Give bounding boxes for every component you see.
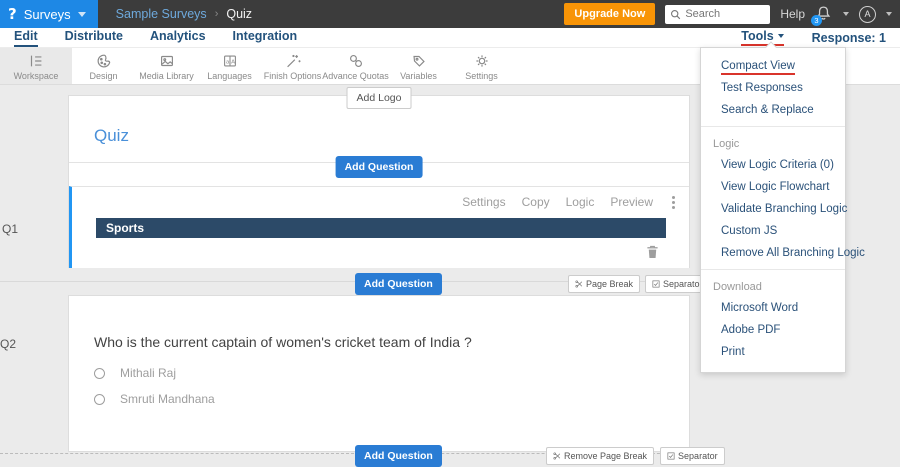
menu-item-validate-branching-logic[interactable]: Validate Branching Logic bbox=[701, 198, 847, 220]
question-number-q1: Q1 bbox=[2, 222, 19, 236]
add-question-button-bottom[interactable]: Add Question bbox=[355, 445, 442, 467]
breadcrumb-current: Quiz bbox=[226, 7, 253, 21]
checkbox-icon bbox=[652, 280, 660, 288]
nav-items: Edit Distribute Analytics Integration bbox=[14, 29, 297, 47]
question-number-q2: Q2 bbox=[0, 337, 17, 351]
chevron-down-icon[interactable] bbox=[843, 12, 849, 16]
scissors-icon bbox=[553, 452, 561, 460]
top-bar: ? Surveys Sample Surveys › Quiz Upgrade … bbox=[0, 0, 900, 28]
toolbar-item-variables[interactable]: Variables bbox=[387, 48, 450, 84]
tag-icon bbox=[410, 52, 428, 70]
media-library-icon bbox=[158, 52, 176, 70]
add-question-button-top[interactable]: Add Question bbox=[335, 156, 423, 178]
toolbar-item-design[interactable]: Design bbox=[72, 48, 135, 84]
design-palette-icon bbox=[95, 52, 113, 70]
breadcrumb: Sample Surveys › Quiz bbox=[116, 7, 252, 21]
main-nav: Edit Distribute Analytics Integration To… bbox=[0, 28, 900, 48]
menu-item-view-logic-criteria[interactable]: View Logic Criteria (0) bbox=[701, 154, 845, 176]
help-link[interactable]: Help bbox=[780, 7, 805, 21]
nav-right-group: Tools Response: 1 bbox=[741, 29, 900, 46]
tab-distribute[interactable]: Distribute bbox=[65, 29, 123, 47]
question-preview-link[interactable]: Preview bbox=[610, 195, 653, 209]
tools-dropdown-menu: Compact View Test Responses Search & Rep… bbox=[700, 41, 865, 373]
workspace-icon bbox=[27, 52, 45, 70]
question-card-q2[interactable]: Who is the current captain of women's cr… bbox=[68, 295, 690, 452]
questionpro-logo-icon: ? bbox=[8, 5, 17, 23]
scissors-icon bbox=[575, 280, 583, 288]
footer-divider-controls: Remove Page Break Separator bbox=[546, 447, 725, 465]
avatar[interactable]: A bbox=[859, 5, 876, 23]
languages-icon: aA bbox=[221, 52, 239, 70]
chevron-down-icon bbox=[77, 11, 86, 17]
radio-icon[interactable] bbox=[94, 393, 105, 405]
notification-count-badge: 3 bbox=[811, 15, 822, 26]
radio-icon[interactable] bbox=[94, 367, 105, 379]
question-logic-link[interactable]: Logic bbox=[566, 195, 595, 209]
tools-label: Tools bbox=[741, 29, 774, 43]
page-break-button[interactable]: Page Break bbox=[568, 275, 641, 293]
delete-question-button[interactable] bbox=[646, 244, 659, 264]
surveys-menu[interactable]: ? Surveys bbox=[0, 0, 98, 28]
trash-icon bbox=[647, 245, 658, 258]
notifications-button[interactable]: 3 bbox=[811, 5, 833, 26]
menu-item-print[interactable]: Print bbox=[701, 341, 845, 363]
menu-header-logic: Logic bbox=[713, 138, 740, 150]
kebab-menu-icon[interactable] bbox=[672, 196, 675, 209]
menu-item-adobe-pdf[interactable]: Adobe PDF bbox=[701, 319, 845, 341]
toolbar-item-workspace[interactable]: Workspace bbox=[0, 48, 72, 84]
chain-links-icon bbox=[347, 52, 365, 70]
menu-item-search-replace[interactable]: Search & Replace bbox=[701, 99, 845, 121]
svg-text:A: A bbox=[231, 59, 235, 65]
question-settings-link[interactable]: Settings bbox=[462, 195, 505, 209]
survey-header-card: Add Logo Quiz Add Question Settings Copy… bbox=[68, 87, 690, 268]
question-text[interactable]: Who is the current captain of women's cr… bbox=[94, 334, 472, 350]
toolbar-item-languages[interactable]: aA Languages bbox=[198, 48, 261, 84]
toolbar-item-finish-options[interactable]: Finish Options bbox=[261, 48, 324, 84]
tools-dropdown-button[interactable]: Tools bbox=[741, 29, 784, 46]
tab-analytics[interactable]: Analytics bbox=[150, 29, 206, 47]
response-count[interactable]: Response: 1 bbox=[812, 31, 886, 45]
search-box[interactable] bbox=[665, 4, 771, 24]
surveys-menu-label: Surveys bbox=[23, 6, 71, 22]
chevron-down-icon[interactable] bbox=[886, 12, 892, 16]
menu-header-download: Download bbox=[713, 281, 762, 293]
topbar-right-group: Upgrade Now Help 3 A bbox=[564, 3, 900, 26]
add-question-button-middle[interactable]: Add Question bbox=[355, 273, 442, 295]
question-actions: Settings Copy Logic Preview bbox=[462, 195, 653, 209]
menu-divider bbox=[701, 126, 845, 127]
tab-edit[interactable]: Edit bbox=[14, 29, 38, 47]
menu-item-microsoft-word[interactable]: Microsoft Word bbox=[701, 297, 845, 319]
checkbox-icon bbox=[667, 452, 675, 460]
answer-option-1[interactable]: Mithali Raj bbox=[94, 366, 176, 380]
answer-option-2[interactable]: Smruti Mandhana bbox=[94, 392, 215, 406]
menu-item-compact-view[interactable]: Compact View bbox=[701, 55, 845, 77]
menu-divider bbox=[701, 269, 845, 270]
toolbar-item-media-library[interactable]: Media Library bbox=[135, 48, 198, 84]
section-title-bar[interactable]: Sports bbox=[96, 218, 666, 238]
menu-item-custom-js[interactable]: Custom JS bbox=[701, 220, 845, 242]
toolbar-item-advance-quotas[interactable]: Advance Quotas bbox=[322, 48, 389, 84]
menu-item-view-logic-flowchart[interactable]: View Logic Flowchart bbox=[701, 176, 845, 198]
tab-integration[interactable]: Integration bbox=[233, 29, 298, 47]
search-input[interactable] bbox=[685, 8, 766, 20]
upgrade-now-button[interactable]: Upgrade Now bbox=[564, 3, 656, 25]
add-logo-button[interactable]: Add Logo bbox=[346, 87, 412, 109]
search-icon bbox=[671, 9, 681, 19]
magic-wand-icon bbox=[284, 52, 302, 70]
toolbar-item-settings[interactable]: Settings bbox=[450, 48, 513, 84]
chevron-down-icon bbox=[777, 34, 784, 38]
survey-title[interactable]: Quiz bbox=[94, 126, 129, 146]
gear-icon bbox=[473, 52, 491, 70]
question-copy-link[interactable]: Copy bbox=[522, 195, 550, 209]
menu-item-remove-all-branching-logic[interactable]: Remove All Branching Logic bbox=[701, 242, 865, 264]
remove-page-break-button[interactable]: Remove Page Break bbox=[546, 447, 655, 465]
breadcrumb-separator-icon: › bbox=[214, 8, 219, 20]
menu-item-test-responses[interactable]: Test Responses bbox=[701, 77, 845, 99]
breadcrumb-parent[interactable]: Sample Surveys bbox=[116, 7, 207, 21]
separator-button-bottom[interactable]: Separator bbox=[660, 447, 725, 465]
divider-controls: Page Break Separator bbox=[568, 275, 710, 293]
question-block-q1[interactable]: Settings Copy Logic Preview Sports bbox=[69, 186, 689, 268]
svg-text:a: a bbox=[225, 59, 229, 65]
